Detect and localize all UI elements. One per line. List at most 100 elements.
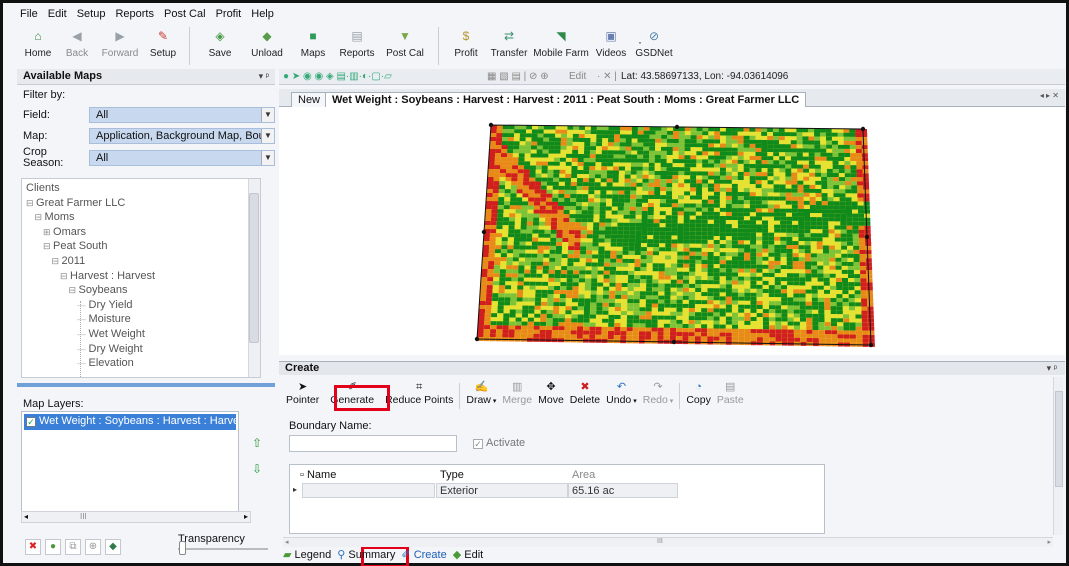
map-edit-tools-icon[interactable]: · ✕ | [597,69,617,84]
gsdnet-button[interactable]: ⊘ GSDNet [635,25,672,67]
collapse-icon[interactable]: ⊟ [43,241,53,251]
tree-node[interactable]: Clients [26,182,60,194]
mobile-farm-button[interactable]: ◥ Mobile Farm [533,25,589,67]
menu-reports[interactable]: Reports [114,7,155,23]
move-button[interactable]: ✥ Move [535,381,567,411]
tab-create[interactable]: ✐ Create [401,548,446,564]
scroll-right-icon[interactable]: ▸ [1047,538,1051,546]
delete-button[interactable]: ✖ Delete [567,381,603,411]
activate-checkbox[interactable]: ✓ Activate [473,437,525,449]
row-selector-icon[interactable]: ▸ [290,483,302,498]
scroll-left-icon[interactable]: ◂ [285,538,289,546]
tree-node[interactable]: — Wet Weight [77,328,145,340]
activate-check-icon[interactable]: ✓ [473,439,483,449]
tab-nav-icons[interactable]: ◂ ▸ ✕ [1040,91,1059,100]
copy-layer-icon[interactable]: ⧉ [65,539,81,555]
menu-profit[interactable]: Profit [215,7,243,23]
reduce-points-button[interactable]: ⌗ Reduce Points [382,381,456,411]
create-vscrollbar[interactable] [1053,377,1063,535]
unload-button[interactable]: ◆ Unload [242,25,292,67]
crop-season-select[interactable]: All ▼ [89,150,275,166]
layer-legend-icon[interactable]: ◆ [105,539,121,555]
layer-zoom-icon[interactable]: ⊕ [85,539,101,555]
splitter[interactable] [17,383,275,387]
paste-button[interactable]: ▤ Paste [714,381,747,411]
menu-post-cal[interactable]: Post Cal [163,7,207,23]
table-row-name[interactable] [302,483,435,498]
videos-button[interactable]: ▣ Videos [589,25,633,67]
merge-button[interactable]: ▥ Merge [499,381,535,411]
tree-node[interactable]: ⊞ Omars [43,226,86,238]
chevron-down-icon[interactable]: ▼ [261,151,274,165]
home-button[interactable]: ⌂ Home [17,25,59,67]
layer-properties-icon[interactable]: ● [45,539,61,555]
tree-scroll-thumb[interactable] [249,193,259,343]
draw-button[interactable]: ✍ Draw ▾ [463,381,499,411]
back-button[interactable]: ◀ Back [59,25,95,67]
chevron-down-icon[interactable]: ▼ [261,108,274,122]
tab-summary[interactable]: ⚲ Summary [337,548,395,564]
menu-edit[interactable]: Edit [47,7,68,23]
tree-scrollbar[interactable] [248,179,260,377]
layer-checkbox[interactable]: ✓ [26,417,36,427]
tree-node[interactable]: — Dry Yield [77,299,133,311]
copy-button[interactable]: ◔ Copy [683,381,714,411]
table-row-type[interactable]: Exterior [436,483,568,498]
tree-node[interactable]: ⊟ Soybeans [69,284,128,296]
create-vscroll-thumb[interactable] [1055,391,1063,487]
setup-button[interactable]: ✎ Setup [145,25,181,67]
create-hscrollbar[interactable]: ◂ III ▸ [283,537,1053,547]
tree-node[interactable]: ⊟ Moms [35,211,75,223]
scroll-thumb-grip[interactable]: III [80,512,87,521]
grid-tools-icons[interactable]: ▦ ▧ ▤ | ⊘ ⊕ [487,69,549,84]
collapse-icon[interactable]: ⊟ [52,256,62,266]
menu-file[interactable]: File [19,7,39,23]
expand-icon[interactable]: ⊞ [43,227,53,237]
tab-wet-weight-map[interactable]: Wet Weight : Soybeans : Harvest : Harves… [325,92,807,107]
map-tools-icons[interactable]: ● ➤ ◉ ◉ ◈ ▤·▥·◐·▢·▱ [283,69,392,84]
maps-button[interactable]: ■ Maps [292,25,334,67]
chevron-down-icon[interactable]: ▼ [261,129,274,143]
remove-layer-icon[interactable]: ✖ [25,539,41,555]
layers-hscrollbar[interactable]: ◂ III ▸ [21,511,251,523]
tree-node[interactable]: — Elevation [77,357,134,369]
field-select[interactable]: All ▼ [89,107,275,123]
tab-legend[interactable]: ▰ Legend [283,548,331,564]
pointer-button[interactable]: ➤ Pointer [283,381,322,411]
tree-node[interactable]: ⊟ Great Farmer LLC [26,197,125,209]
tree-node[interactable]: ⊟ 2011 [52,255,86,267]
tree-node[interactable]: — Dry Weight [77,343,143,355]
pin-icon[interactable]: ▾ ᵖ [1047,362,1057,375]
menu-help[interactable]: Help [250,7,275,23]
scroll-thumb-grip[interactable]: III [657,538,663,545]
table-row-area[interactable]: 65.16 ac [568,483,678,498]
tree-node[interactable]: ⊟ Harvest : Harvest [60,270,155,282]
map-select[interactable]: Application, Background Map, Boun ▼ [89,128,275,144]
boundary-table[interactable]: ▫ Name Type Area ▸ Exterior 65.16 ac [289,464,825,534]
scroll-left-icon[interactable]: ◂ [24,512,28,521]
menu-setup[interactable]: Setup [76,7,107,23]
transfer-button[interactable]: ⇄ Transfer [485,25,533,67]
map-edit-button[interactable]: Edit [569,69,586,84]
pin-icon[interactable]: ▾ ᵖ [259,69,269,84]
collapse-icon[interactable]: ⊟ [60,271,70,281]
reports-button[interactable]: ▤ Reports [334,25,380,67]
caret-down-icon[interactable]: ▾ [491,398,497,405]
collapse-icon[interactable]: ⊟ [69,285,79,295]
profit-button[interactable]: $ Profit [447,25,485,67]
tab-new[interactable]: New [291,92,328,107]
boundary-name-input[interactable] [289,435,457,452]
save-button[interactable]: ◈ Save [198,25,242,67]
move-layer-up-icon[interactable]: ⇧ [249,435,265,451]
transparency-track[interactable] [178,548,268,550]
caret-down-icon[interactable]: ▾ [631,398,637,405]
yield-map[interactable] [279,107,1065,355]
redo-button[interactable]: ↷ Redo ▾ [640,381,677,411]
caret-down-icon[interactable]: ▾ [668,398,674,405]
map-layer-item[interactable]: ✓ Wet Weight : Soybeans : Harvest : Harve… [24,414,236,430]
tab-edit[interactable]: ◆ Edit [453,548,483,564]
tree-node[interactable]: — Moisture [77,313,131,325]
collapse-icon[interactable]: ⊟ [26,198,36,208]
tree-node[interactable]: ⊟ Peat South [43,240,107,252]
collapse-icon[interactable]: ⊟ [35,212,45,222]
